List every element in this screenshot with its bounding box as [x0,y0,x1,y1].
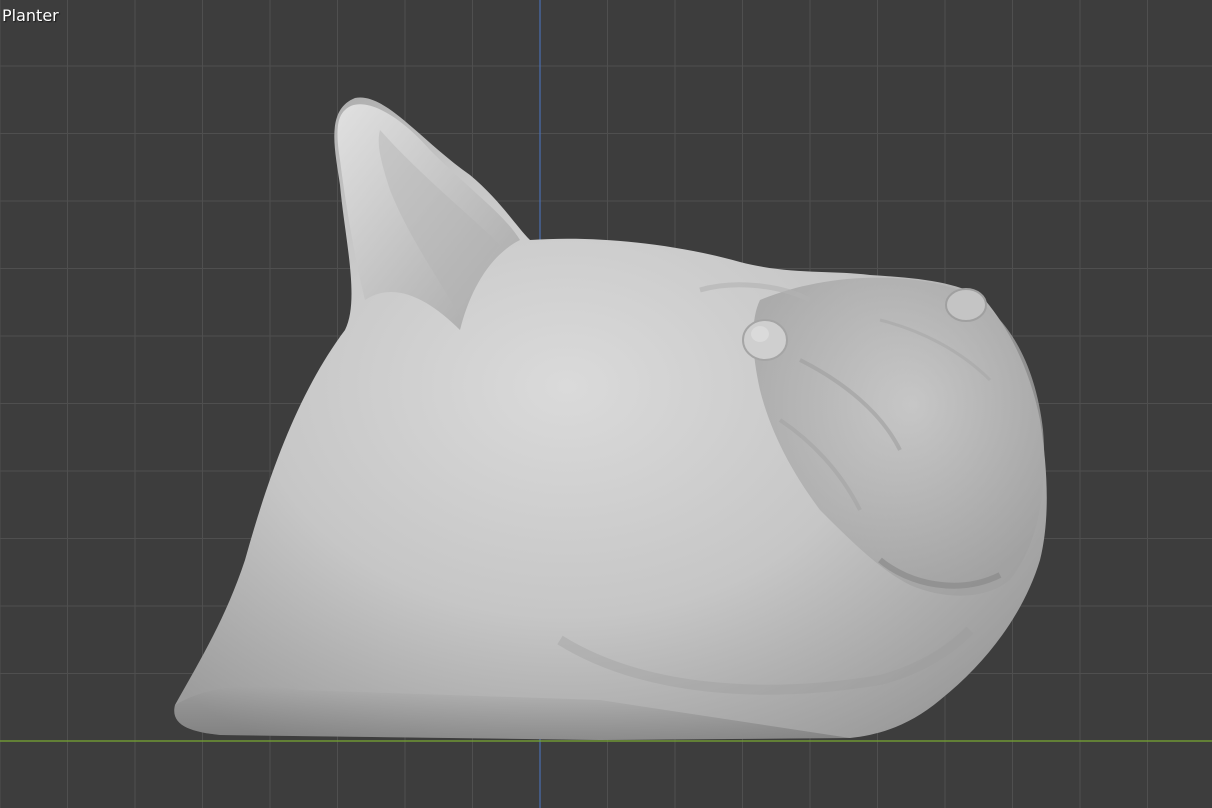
object-name-label: Planter [2,6,59,25]
mesh-eye-highlight [751,326,769,342]
3d-viewport[interactable]: Planter [0,0,1212,808]
mesh-nose [945,288,987,322]
viewport-canvas[interactable] [0,0,1212,808]
dog-head-mesh-icon[interactable] [174,97,1047,741]
